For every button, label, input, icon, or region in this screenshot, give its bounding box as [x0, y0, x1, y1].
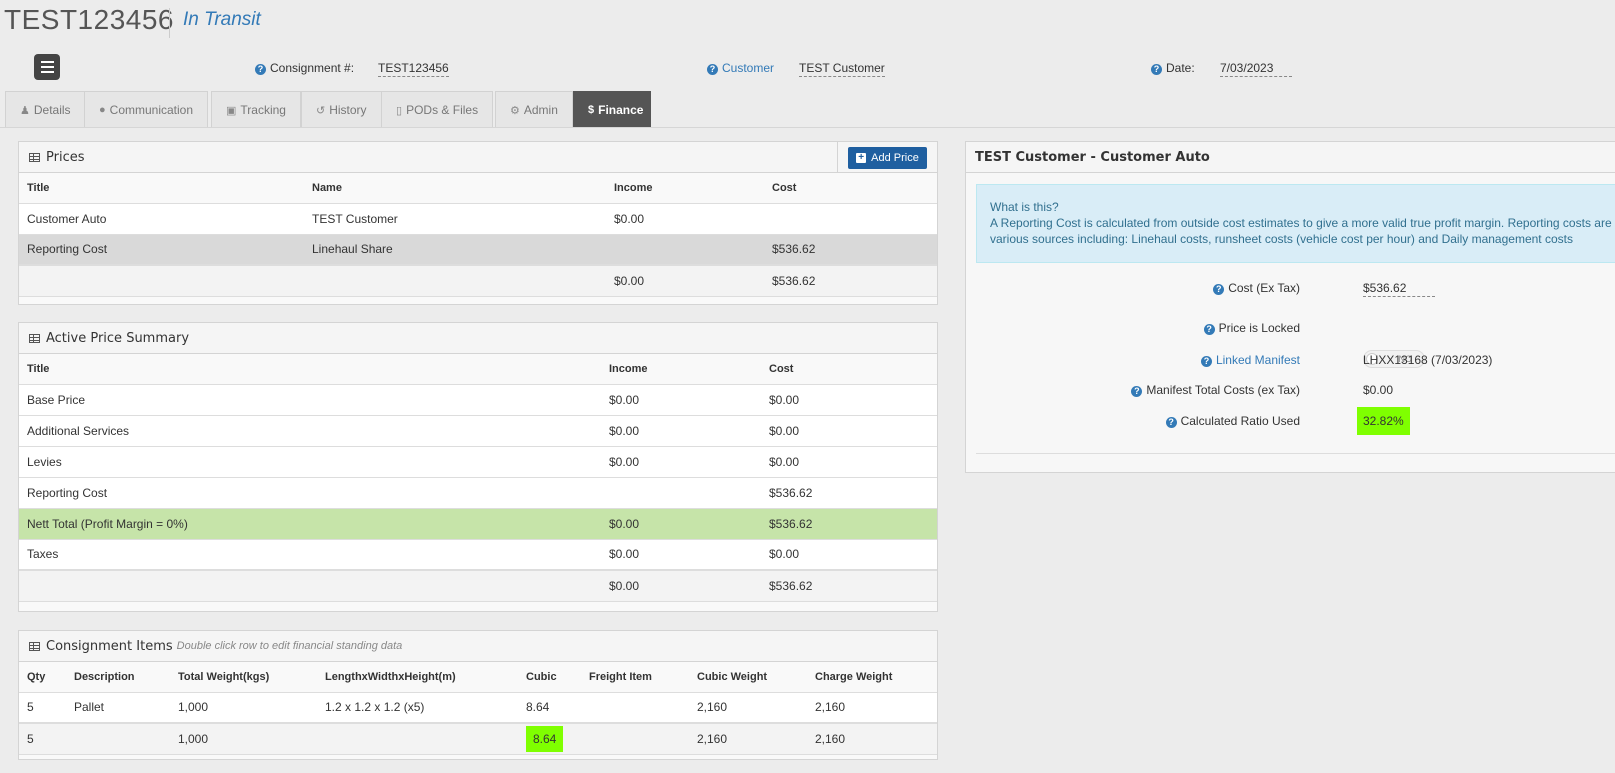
column-header[interactable]: Cost [764, 173, 937, 204]
help-icon[interactable]: ? [1200, 356, 1212, 367]
items-title: Consignment Items [46, 638, 173, 654]
manifest-costs-value: $0.00 [1363, 383, 1394, 397]
total-row: $0.00 $536.62 [19, 264, 937, 297]
detail-divider [976, 453, 1615, 454]
manifest-costs-label: ? Manifest Total Costs (ex Tax) [1131, 383, 1300, 397]
summary-header: Active Price Summary [19, 323, 937, 354]
linked-manifest-value: LHXX13168 (7/03/2023) [1363, 353, 1493, 367]
prices-panel: Prices + Add Price Title Name Income Cost… [18, 141, 938, 305]
column-header: Total Weight(kgs) [170, 662, 317, 693]
tab-finance[interactable]: $ Finance [573, 91, 651, 128]
cost-field[interactable]: $536.62 [1363, 281, 1435, 297]
table-row: Reporting Cost $536.62 [19, 477, 937, 509]
header-divider [169, 8, 170, 38]
prices-header: Prices + Add Price [19, 142, 937, 173]
table-row: Taxes $0.00 $0.00 [19, 539, 937, 571]
help-icon[interactable]: ? [1203, 324, 1215, 335]
hamburger-icon [40, 61, 54, 63]
truck-icon: ▣ [226, 104, 237, 117]
dollar-icon: $ [588, 104, 595, 116]
linked-manifest-label[interactable]: ? Linked Manifest [1200, 353, 1300, 367]
detail-title: TEST Customer - Customer Auto [975, 149, 1210, 165]
nett-total-row: Nett Total (Profit Margin = 0%) $0.00 $536… [19, 508, 937, 540]
summary-panel: Active Price Summary Title Income Cost B… [18, 322, 938, 612]
total-row: 5 1,000 8.64 2,160 2,160 [19, 722, 937, 755]
help-icon[interactable]: ? [1213, 284, 1225, 295]
customer-label[interactable]: ? Customer [707, 61, 774, 75]
table-icon [29, 152, 40, 162]
consignment-title: TEST123456 [4, 4, 174, 35]
column-header: Title [19, 354, 601, 385]
tab-tracking[interactable]: ▣ Tracking [211, 91, 301, 128]
info-box: What is this? A Reporting Cost is calcul… [976, 184, 1615, 263]
comment-icon: ● [99, 104, 106, 116]
table-row: Levies $0.00 $0.00 [19, 446, 937, 478]
table-row: Base Price $0.00 $0.00 [19, 384, 937, 416]
prices-title: Prices [46, 149, 85, 165]
cost-label: ? Cost (Ex Tax) [1213, 281, 1300, 295]
column-header[interactable]: Name [304, 173, 606, 204]
add-price-button[interactable]: + Add Price [848, 146, 927, 169]
total-row: $0.00 $536.62 [19, 569, 937, 602]
plus-icon: + [856, 152, 867, 163]
ratio-label: ? Calculated Ratio Used [1165, 414, 1300, 428]
table-row: Additional Services $0.00 $0.00 [19, 415, 937, 447]
file-icon: ▯ [396, 104, 403, 117]
tab-admin[interactable]: ⚙ Admin [495, 91, 573, 128]
column-header: Charge Weight [807, 662, 937, 693]
help-icon[interactable]: ? [1131, 386, 1143, 397]
column-header: Cubic Weight [689, 662, 807, 693]
detail-panel: TEST Customer - Customer Auto What is th… [965, 141, 1615, 473]
tab-communication[interactable]: ● Communication [84, 91, 209, 128]
customer-field[interactable]: TEST Customer [799, 61, 885, 77]
column-header: Description [66, 662, 170, 693]
gear-icon: ⚙ [510, 104, 520, 117]
items-header: Consignment Items Double click row to ed… [19, 631, 937, 662]
column-header: Income [601, 354, 761, 385]
column-header: LengthxWidthxHeight(m) [317, 662, 518, 693]
table-row[interactable]: Customer Auto TEST Customer $0.00 [19, 203, 937, 235]
column-header: Cubic [518, 662, 581, 693]
summary-table: Title Income Cost Base Price $0.00 $0.00 A… [19, 354, 937, 602]
column-header: Qty [19, 662, 66, 693]
help-icon[interactable]: ? [1151, 64, 1162, 75]
help-icon[interactable]: ? [255, 64, 266, 75]
history-icon: ↺ [316, 104, 326, 117]
items-hint: Double click row to edit financial stand… [176, 640, 403, 652]
prices-table: Title Name Income Cost Customer Auto TES… [19, 173, 937, 297]
help-icon[interactable]: ? [1165, 417, 1177, 428]
date-field[interactable]: 7/03/2023 [1220, 61, 1292, 77]
help-icon[interactable]: ? [707, 64, 718, 75]
price-locked-label: ? Price is Locked [1203, 321, 1300, 335]
date-label: ? Date: [1151, 61, 1195, 75]
table-row[interactable]: Reporting Cost Linehaul Share $536.62 [19, 234, 937, 266]
tab-details[interactable]: ♟ Details [5, 91, 86, 128]
tab-divider [0, 127, 1615, 128]
table-icon [29, 333, 40, 343]
ratio-value: 32.82% [1357, 407, 1410, 435]
column-header[interactable]: Title [19, 173, 304, 204]
detail-header: TEST Customer - Customer Auto [966, 142, 1615, 173]
table-row[interactable]: 5 Pallet 1,000 1.2 x 1.2 x 1.2 (x5) 8.64… [19, 692, 937, 724]
column-header: Freight Item [581, 662, 689, 693]
status-label: In Transit [183, 9, 261, 30]
user-icon: ♟ [20, 104, 30, 117]
menu-button[interactable] [34, 54, 60, 80]
consignment-number-field[interactable]: TEST123456 [378, 61, 449, 77]
summary-title: Active Price Summary [46, 330, 190, 346]
items-table: Qty Description Total Weight(kgs) Length… [19, 662, 937, 755]
column-header: Cost [761, 354, 937, 385]
tab-pods-files[interactable]: ▯ PODs & Files [381, 91, 494, 128]
items-panel: Consignment Items Double click row to ed… [18, 630, 938, 760]
column-header[interactable]: Income [606, 173, 764, 204]
consignment-number-label: ? Consignment #: [255, 61, 354, 75]
cubic-total-highlight: 8.64 [526, 725, 564, 752]
table-icon [29, 641, 40, 651]
tab-history[interactable]: ↺ History [301, 91, 382, 128]
